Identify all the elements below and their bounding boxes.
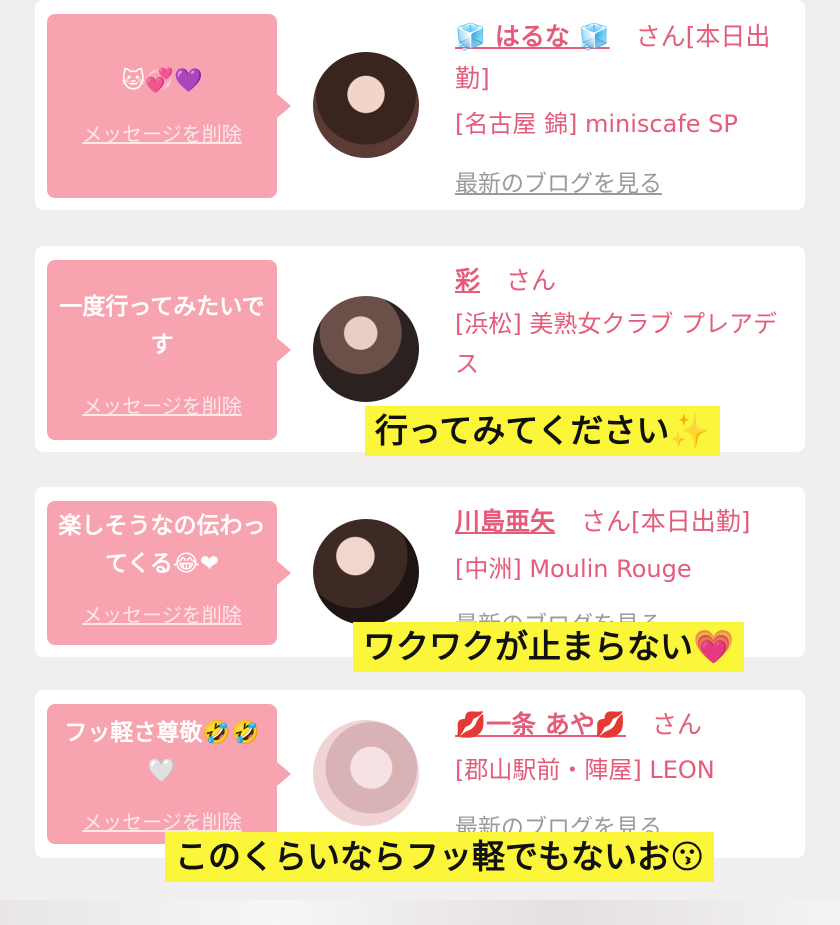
caption-overlay: このくらいならフッ軽でもないお😗 (165, 832, 715, 882)
message-bubble: 楽しそうなの伝わってくる😂❤ メッセージを削除 (47, 501, 291, 645)
message-text: 楽しそうなの伝わってくる😂❤ (58, 513, 266, 577)
message-text: 🐱💞💜 (121, 68, 203, 94)
message-bubble: フッ軽さ尊敬🤣🤣🤍 メッセージを削除 (47, 704, 291, 844)
cast-name-link[interactable]: 彩 (455, 266, 480, 295)
cast-suffix: さん (505, 266, 556, 295)
message-bubble: 🐱💞💜 メッセージを削除 (47, 14, 291, 198)
shop-name[interactable]: [郡山駅前・陣屋] LEON (455, 750, 795, 790)
shop-name[interactable]: [浜松] 美熟女クラブ プレアデス (455, 304, 795, 384)
caption-overlay: ワクワクが止まらない💗 (353, 622, 745, 672)
cast-name-line: 川島亜矢 さん[本日出勤] (455, 501, 795, 543)
delete-message-link[interactable]: メッセージを削除 (47, 118, 277, 147)
cast-suffix: さん (651, 710, 702, 739)
cast-name-line: 💋一条 あや💋 さん (455, 704, 795, 746)
shop-name[interactable]: [名古屋 錦] miniscafe SP (455, 104, 795, 144)
message-text: 一度行ってみたいです (59, 294, 265, 358)
caption-overlay: 行ってみてください✨ (365, 406, 721, 456)
cast-name-line: 彩 さん (455, 260, 795, 302)
avatar[interactable] (313, 720, 419, 826)
cast-suffix: さん[本日出勤] (580, 507, 751, 536)
cast-name-link[interactable]: 🧊 はるな 🧊 (455, 22, 610, 51)
message-bubble: 一度行ってみたいです メッセージを削除 (47, 260, 291, 440)
avatar[interactable] (313, 52, 419, 158)
bottom-background-strip (0, 900, 840, 925)
delete-message-link[interactable]: メッセージを削除 (47, 806, 277, 835)
message-text: フッ軽さ尊敬🤣🤣🤍 (64, 720, 260, 784)
message-card: 🐱💞💜 メッセージを削除 🧊 はるな 🧊 さん[本日出勤] [名古屋 錦] mi… (35, 0, 805, 210)
avatar[interactable] (313, 519, 419, 625)
shop-name[interactable]: [中洲] Moulin Rouge (455, 549, 795, 589)
cast-name-link[interactable]: 川島亜矢 (455, 507, 555, 536)
avatar[interactable] (313, 296, 419, 402)
cast-name-link[interactable]: 💋一条 あや💋 (455, 710, 626, 739)
delete-message-link[interactable]: メッセージを削除 (47, 599, 277, 628)
cast-name-line: 🧊 はるな 🧊 さん[本日出勤] (455, 16, 795, 100)
blog-link[interactable]: 最新のブログを見る (455, 164, 662, 198)
delete-message-link[interactable]: メッセージを削除 (47, 390, 277, 419)
